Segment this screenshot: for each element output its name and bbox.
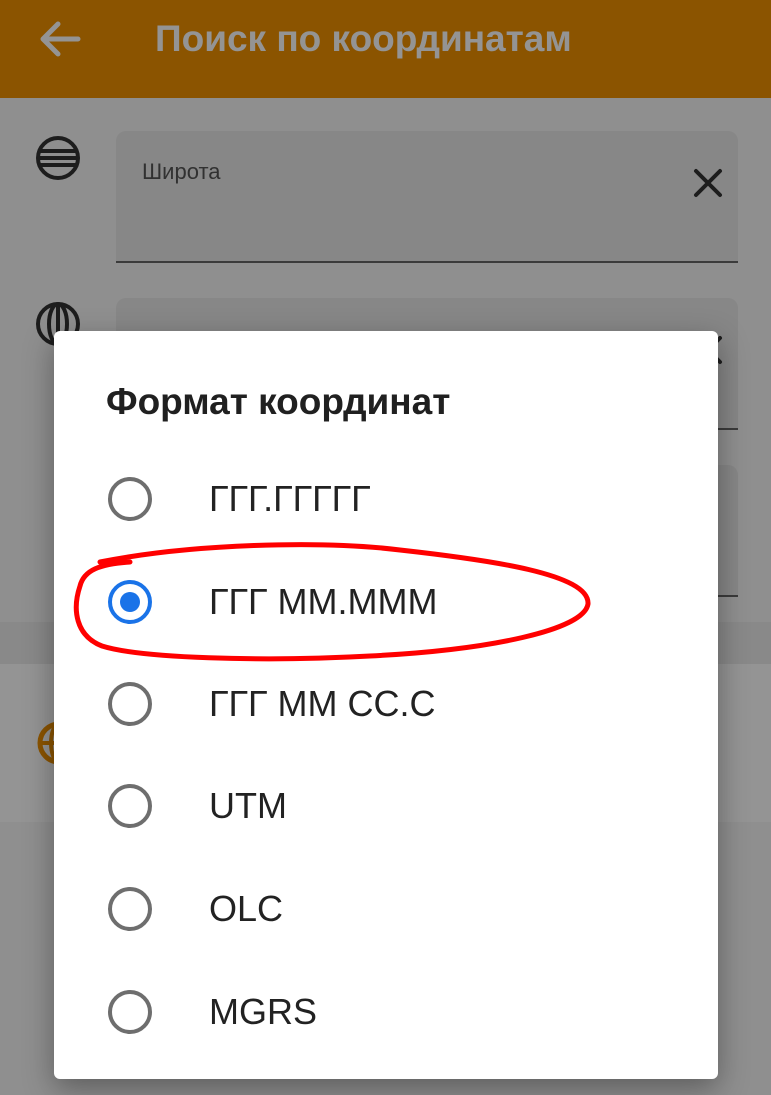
option-ggg-mm-ss-s[interactable]: ГГГ ММ СС.С <box>54 656 718 752</box>
radio-button-selected[interactable] <box>108 580 152 624</box>
option-mgrs[interactable]: MGRS <box>54 964 718 1060</box>
option-olc[interactable]: OLC <box>54 861 718 957</box>
radio-button[interactable] <box>108 477 152 521</box>
option-label: ГГГ ММ СС.С <box>209 683 436 724</box>
radio-button[interactable] <box>108 682 152 726</box>
option-label: UTM <box>209 785 287 826</box>
option-label: ГГГ.ГГГГГ <box>209 478 371 519</box>
option-label: MGRS <box>209 991 317 1032</box>
option-ggg-ggggg[interactable]: ГГГ.ГГГГГ <box>54 451 718 547</box>
coordinate-format-dialog: Формат координат ГГГ.ГГГГГ ГГГ ММ.МММ ГГ… <box>54 331 718 1079</box>
dialog-title: Формат координат <box>106 381 451 422</box>
option-label: OLC <box>209 888 284 929</box>
radio-button[interactable] <box>108 784 152 828</box>
option-label: ГГГ ММ.МММ <box>209 581 438 622</box>
option-ggg-mm-mmm[interactable]: ГГГ ММ.МММ <box>54 554 718 650</box>
radio-dot <box>120 592 140 612</box>
option-utm[interactable]: UTM <box>54 758 718 854</box>
radio-button[interactable] <box>108 990 152 1034</box>
radio-button[interactable] <box>108 887 152 931</box>
